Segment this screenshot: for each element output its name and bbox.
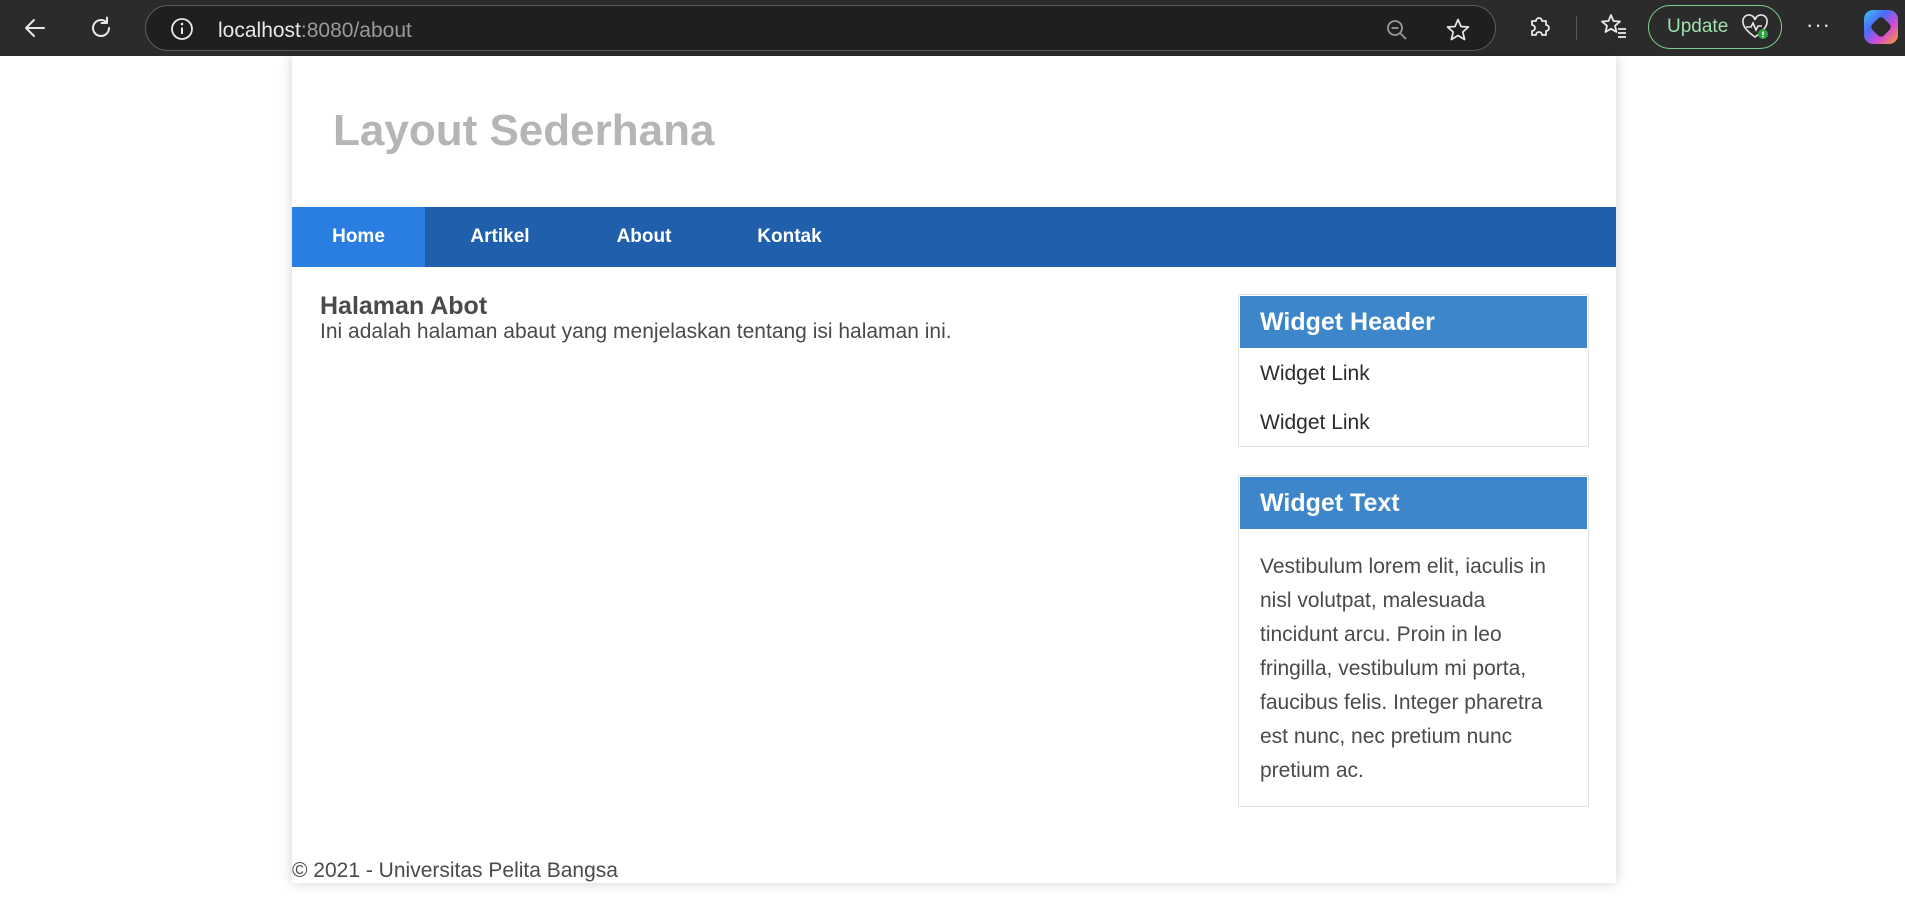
site-info-icon[interactable] xyxy=(170,17,194,41)
widget-link[interactable]: Widget Link xyxy=(1239,398,1588,447)
puzzle-icon xyxy=(1531,17,1550,36)
toolbar-divider xyxy=(1576,16,1577,40)
nav-item-about[interactable]: About xyxy=(575,207,713,267)
update-label: Update xyxy=(1667,16,1729,37)
reload-icon xyxy=(92,16,110,37)
content-text: Ini adalah halaman abaut yang menjelaska… xyxy=(320,320,952,343)
site-title: Layout Sederhana xyxy=(333,106,715,155)
nav-item-home[interactable]: Home xyxy=(292,207,425,267)
favorite-star-icon[interactable] xyxy=(1445,17,1471,43)
extensions-button[interactable] xyxy=(1526,12,1554,45)
widget-links: Widget Header Widget Link Widget Link xyxy=(1238,294,1589,447)
widget-text-body: Vestibulum lorem elit, iaculis in nisl v… xyxy=(1260,555,1546,782)
nav-item-kontak[interactable]: Kontak xyxy=(713,207,866,267)
page-viewport: Layout Sederhana Home Artikel About Kont… xyxy=(0,56,1905,907)
copilot-icon[interactable] xyxy=(1864,10,1898,44)
main-content: Halaman Abot Ini adalah halaman abaut ya… xyxy=(320,292,1220,344)
widget-link[interactable]: Widget Link xyxy=(1239,349,1588,398)
address-url[interactable]: localhost:8080/about xyxy=(218,19,412,43)
main-nav: Home Artikel About Kontak xyxy=(292,207,1616,267)
address-host: localhost xyxy=(218,19,301,42)
copilot-icon-inner xyxy=(1869,15,1893,39)
browser-toolbar: localhost:8080/about Update ··· xyxy=(0,0,1905,56)
address-path: :8080/about xyxy=(300,19,412,42)
content-title: Halaman Abot xyxy=(320,292,488,320)
address-bar[interactable]: localhost:8080/about xyxy=(145,5,1496,51)
favorites-button[interactable] xyxy=(1600,12,1628,45)
reload-button[interactable] xyxy=(84,11,118,45)
nav-item-artikel[interactable]: Artikel xyxy=(425,207,575,267)
back-button[interactable] xyxy=(18,11,52,45)
site-footer: © 2021 - Universitas Pelita Bangsa xyxy=(292,859,618,882)
widget-text-header: Widget Text xyxy=(1240,477,1587,529)
update-button[interactable]: Update xyxy=(1648,5,1782,49)
widget-links-header: Widget Header xyxy=(1240,296,1587,348)
site-header: Layout Sederhana xyxy=(292,56,1616,207)
more-menu-button[interactable]: ··· xyxy=(1806,12,1831,38)
widget-text: Widget Text Vestibulum lorem elit, iacul… xyxy=(1238,475,1589,807)
favorites-list-icon xyxy=(1601,14,1626,38)
back-arrow-icon xyxy=(25,19,45,37)
page-container: Layout Sederhana Home Artikel About Kont… xyxy=(292,56,1616,883)
zoom-out-icon[interactable] xyxy=(1385,18,1409,42)
health-heart-icon xyxy=(1742,14,1768,39)
